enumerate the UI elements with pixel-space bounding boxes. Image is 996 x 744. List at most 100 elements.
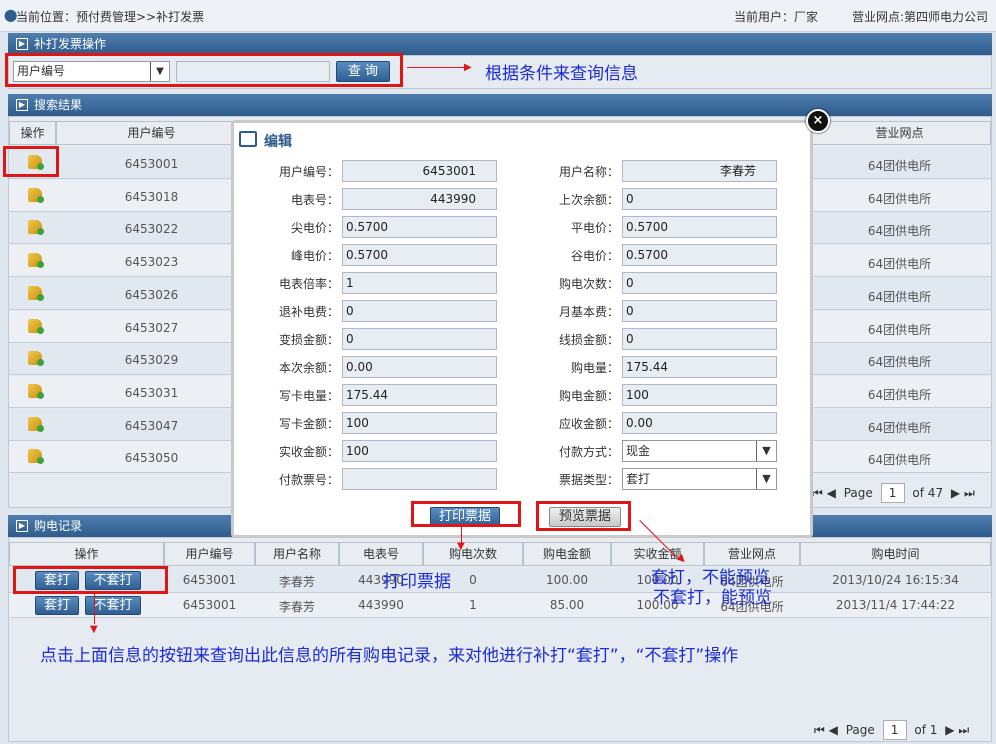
field-label: 本次余额： [278,361,339,375]
field-input[interactable]: 0 [342,300,497,322]
purchase-cell: 6453001 [182,598,237,612]
cell-outlet: 64团供电所 [867,420,932,435]
arrow-down-icon: ▼ [457,541,465,552]
next-page-icon[interactable]: ▶ [945,723,954,737]
pager-of: of 47 [912,486,944,500]
purchase-col-header: 用户编号 [164,542,255,566]
field-label: 尖电价： [290,221,339,235]
field-input[interactable] [342,468,497,490]
expand-icon[interactable]: ▶ [16,99,28,111]
pager-label: Page [843,486,873,500]
field-input[interactable]: 0.5700 [342,216,497,238]
cell-outlet: 64团供电所 [867,355,932,370]
highlight-purchase-buttons [13,566,168,594]
chevron-down-icon[interactable]: ▼ [756,469,776,489]
prev-page-icon[interactable]: ◀ [827,486,836,500]
book-icon [239,131,257,147]
first-page-icon[interactable]: ⏮ [814,723,825,737]
page-input[interactable]: 1 [882,720,907,740]
cell-user-no: 6453031 [124,385,179,400]
next-page-icon[interactable]: ▶ [951,486,960,500]
edit-icon[interactable] [28,449,44,465]
purchase-cell: 李春芳 [278,575,315,589]
cell-user-no: 6453047 [124,418,179,433]
field-input[interactable]: 175.44 [342,384,497,406]
edit-icon[interactable] [28,220,44,236]
tao-print-button[interactable]: 套打 [35,596,79,615]
field-value: 0 [626,332,634,346]
cell-outlet: 64团供电所 [867,453,932,468]
first-page-icon[interactable]: ⏮ [812,486,823,500]
field-input[interactable]: 0 [622,272,777,294]
cell-outlet: 64团供电所 [867,387,932,402]
field-value: 0 [626,304,634,318]
field-value: 443990 [430,192,476,206]
edit-icon[interactable] [28,416,44,432]
purchase-cell: 李春芳 [278,600,315,614]
field-input[interactable]: 0 [342,328,497,350]
field-value: 0.5700 [626,248,668,262]
last-page-icon[interactable]: ⏭ [964,486,975,500]
cell-user-no: 6453027 [124,320,179,335]
purchase-section-title: 购电记录 [34,519,83,533]
edit-icon[interactable] [28,318,44,334]
print-note: 打印票据 [383,572,451,592]
field-input[interactable]: 443990 [342,188,497,210]
arrow-line [94,594,95,624]
purchase-col-header: 用户名称 [255,542,339,566]
field-value: 0.00 [626,416,653,430]
field-value: 0.5700 [346,220,388,234]
field-value: 0.5700 [626,220,668,234]
field-select[interactable]: 套打 ▼ [622,468,777,490]
field-input[interactable]: 0.5700 [622,216,777,238]
field-input[interactable]: 175.44 [622,356,777,378]
field-input[interactable]: 0 [622,328,777,350]
field-input[interactable]: 0.5700 [622,244,777,266]
highlight-print [411,501,521,527]
field-input[interactable]: 6453001 [342,160,497,182]
field-input[interactable]: 100 [342,440,497,462]
edit-icon[interactable] [28,285,44,301]
field-input[interactable]: 0.00 [622,412,777,434]
field-input[interactable]: 100 [342,412,497,434]
cell-outlet: 64团供电所 [867,159,932,173]
purchase-col-header: 购电次数 [423,542,523,566]
cell-user-no: 6453023 [124,255,179,270]
expand-icon[interactable]: ▶ [16,38,28,50]
field-label: 票据类型： [558,473,619,487]
field-label: 上次余额： [558,193,619,207]
edit-icon[interactable] [28,187,44,203]
chevron-down-icon[interactable]: ▼ [756,441,776,461]
pager-of: of 1 [914,723,938,737]
field-input[interactable]: 0.5700 [342,244,497,266]
field-value: 0 [346,304,354,318]
field-label: 实收金额： [278,445,339,459]
close-icon[interactable]: × [806,109,830,133]
edit-icon[interactable] [28,253,44,269]
col-op: 操作 [9,121,56,145]
current-user: 当前用户：厂家 [734,10,819,24]
page-input[interactable]: 1 [880,483,905,503]
edit-icon[interactable] [28,383,44,399]
purchase-pager: ⏮ ◀ Page 1 of 1 ▶ ⏭ [814,720,969,740]
cell-user-no: 6453001 [124,157,179,171]
field-value: 100 [626,388,649,402]
field-input[interactable]: 100 [622,384,777,406]
field-input[interactable]: 0 [622,188,777,210]
field-label: 变损金额： [278,333,339,347]
field-select[interactable]: 现金 ▼ [622,440,777,462]
field-input[interactable]: 1 [342,272,497,294]
field-input[interactable]: 0 [622,300,777,322]
prev-page-icon[interactable]: ◀ [829,723,838,737]
field-input[interactable]: 李春芳 [622,160,777,182]
last-page-icon[interactable]: ⏭ [958,723,969,737]
field-value: 1 [346,276,354,290]
field-value: 0 [626,192,634,206]
cell-user-no: 6453026 [124,287,179,302]
field-input[interactable]: 0.00 [342,356,497,378]
field-label: 线损金额： [558,333,619,347]
expand-icon[interactable]: ▶ [16,520,28,532]
breadcrumb: 当前位置：预付费管理>>补打发票 [16,10,205,24]
edit-icon[interactable] [28,351,44,367]
field-label: 平电价： [570,221,619,235]
